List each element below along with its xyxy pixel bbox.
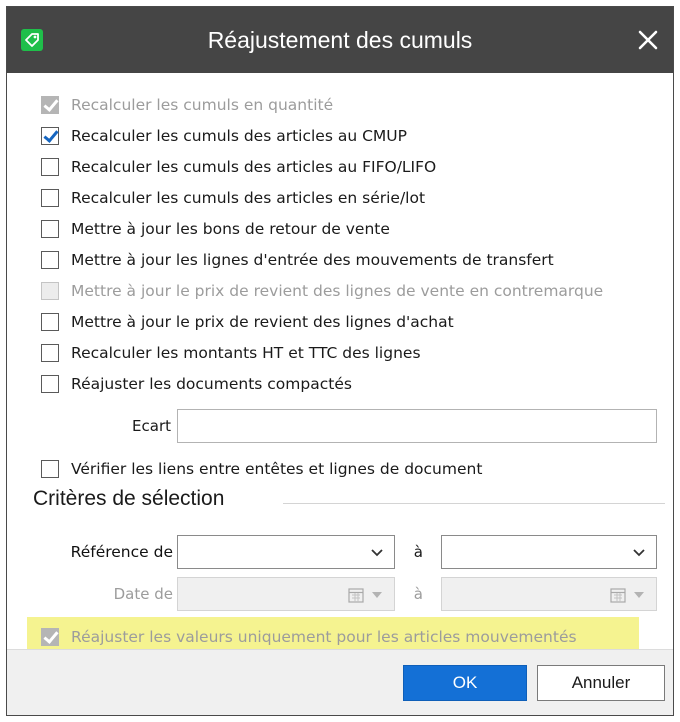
- close-icon[interactable]: [635, 27, 661, 53]
- option-contremarque: Mettre à jour le prix de revient des lig…: [41, 279, 603, 303]
- reference-to-label: à: [413, 543, 423, 561]
- cancel-button[interactable]: Annuler: [537, 665, 665, 701]
- option-achat[interactable]: Mettre à jour le prix de revient des lig…: [41, 310, 454, 334]
- reference-from-label: Référence de: [70, 543, 173, 561]
- date-to-label: à: [413, 585, 423, 603]
- checkbox-transfert[interactable]: [41, 251, 59, 269]
- option-label: Recalculer les montants HT et TTC des li…: [71, 344, 421, 362]
- option-only-moved: Réajuster les valeurs uniquement pour le…: [41, 625, 577, 649]
- option-label: Mettre à jour le prix de revient des lig…: [71, 282, 604, 300]
- checkbox-quantity: [41, 96, 59, 114]
- option-bons-retour[interactable]: Mettre à jour les bons de retour de vent…: [41, 217, 390, 241]
- option-label: Mettre à jour les lignes d'entrée des mo…: [71, 251, 554, 269]
- dialog-title: Réajustement des cumuls: [207, 27, 473, 53]
- option-montants[interactable]: Recalculer les montants HT et TTC des li…: [41, 341, 421, 365]
- dialog-content: Recalculer les cumuls en quantité Recalc…: [7, 73, 673, 657]
- chevron-down-icon: [633, 549, 645, 557]
- chevron-down-icon: [371, 549, 383, 557]
- option-label: Mettre à jour les bons de retour de vent…: [71, 220, 390, 238]
- checkbox-fifo-lifo[interactable]: [41, 158, 59, 176]
- option-verify-links[interactable]: Vérifier les liens entre entêtes et lign…: [41, 457, 482, 481]
- option-fifo-lifo[interactable]: Recalculer les cumuls des articles au FI…: [41, 155, 436, 179]
- criteria-title: Critères de sélection: [33, 487, 225, 510]
- date-from-picker: [177, 577, 395, 611]
- checkbox-contremarque: [41, 282, 59, 300]
- section-divider: [283, 503, 665, 504]
- checkbox-compactes[interactable]: [41, 375, 59, 393]
- option-label: Recalculer les cumuls en quantité: [71, 96, 334, 114]
- ecart-label: Ecart: [132, 417, 171, 435]
- option-serie-lot[interactable]: Recalculer les cumuls des articles en sé…: [41, 186, 425, 210]
- option-transfert[interactable]: Mettre à jour les lignes d'entrée des mo…: [41, 248, 554, 272]
- checkbox-cmup[interactable]: [41, 127, 59, 145]
- option-label: Mettre à jour le prix de revient des lig…: [71, 313, 454, 331]
- option-compactes[interactable]: Réajuster les documents compactés: [41, 372, 352, 396]
- option-label: Vérifier les liens entre entêtes et lign…: [71, 460, 483, 478]
- date-from-label: Date de: [113, 585, 173, 603]
- dropdown-arrow-icon: [372, 592, 382, 598]
- checkbox-serie-lot[interactable]: [41, 189, 59, 207]
- date-to-picker: [441, 577, 657, 611]
- dialog-footer: OK Annuler: [7, 649, 673, 715]
- calendar-icon: [610, 588, 626, 603]
- checkbox-verify-links[interactable]: [41, 460, 59, 478]
- option-label: Recalculer les cumuls des articles au CM…: [71, 127, 407, 145]
- option-quantity: Recalculer les cumuls en quantité: [41, 93, 333, 117]
- checkbox-montants[interactable]: [41, 344, 59, 362]
- reference-from-select[interactable]: [177, 535, 395, 569]
- dropdown-arrow-icon: [634, 592, 644, 598]
- ok-button[interactable]: OK: [403, 665, 527, 701]
- checkbox-only-moved: [41, 628, 59, 646]
- dialog-window: Réajustement des cumuls Recalculer les c…: [6, 6, 674, 716]
- calendar-icon: [348, 588, 364, 603]
- title-bar[interactable]: Réajustement des cumuls: [7, 7, 673, 73]
- option-label: Recalculer les cumuls des articles en sé…: [71, 189, 426, 207]
- checkbox-bons-retour[interactable]: [41, 220, 59, 238]
- option-cmup[interactable]: Recalculer les cumuls des articles au CM…: [41, 124, 407, 148]
- reference-to-select[interactable]: [441, 535, 657, 569]
- checkbox-achat[interactable]: [41, 313, 59, 331]
- option-label: Recalculer les cumuls des articles au FI…: [71, 158, 437, 176]
- ecart-input[interactable]: [177, 409, 657, 443]
- option-label: Réajuster les documents compactés: [71, 375, 352, 393]
- option-label: Réajuster les valeurs uniquement pour le…: [71, 628, 577, 646]
